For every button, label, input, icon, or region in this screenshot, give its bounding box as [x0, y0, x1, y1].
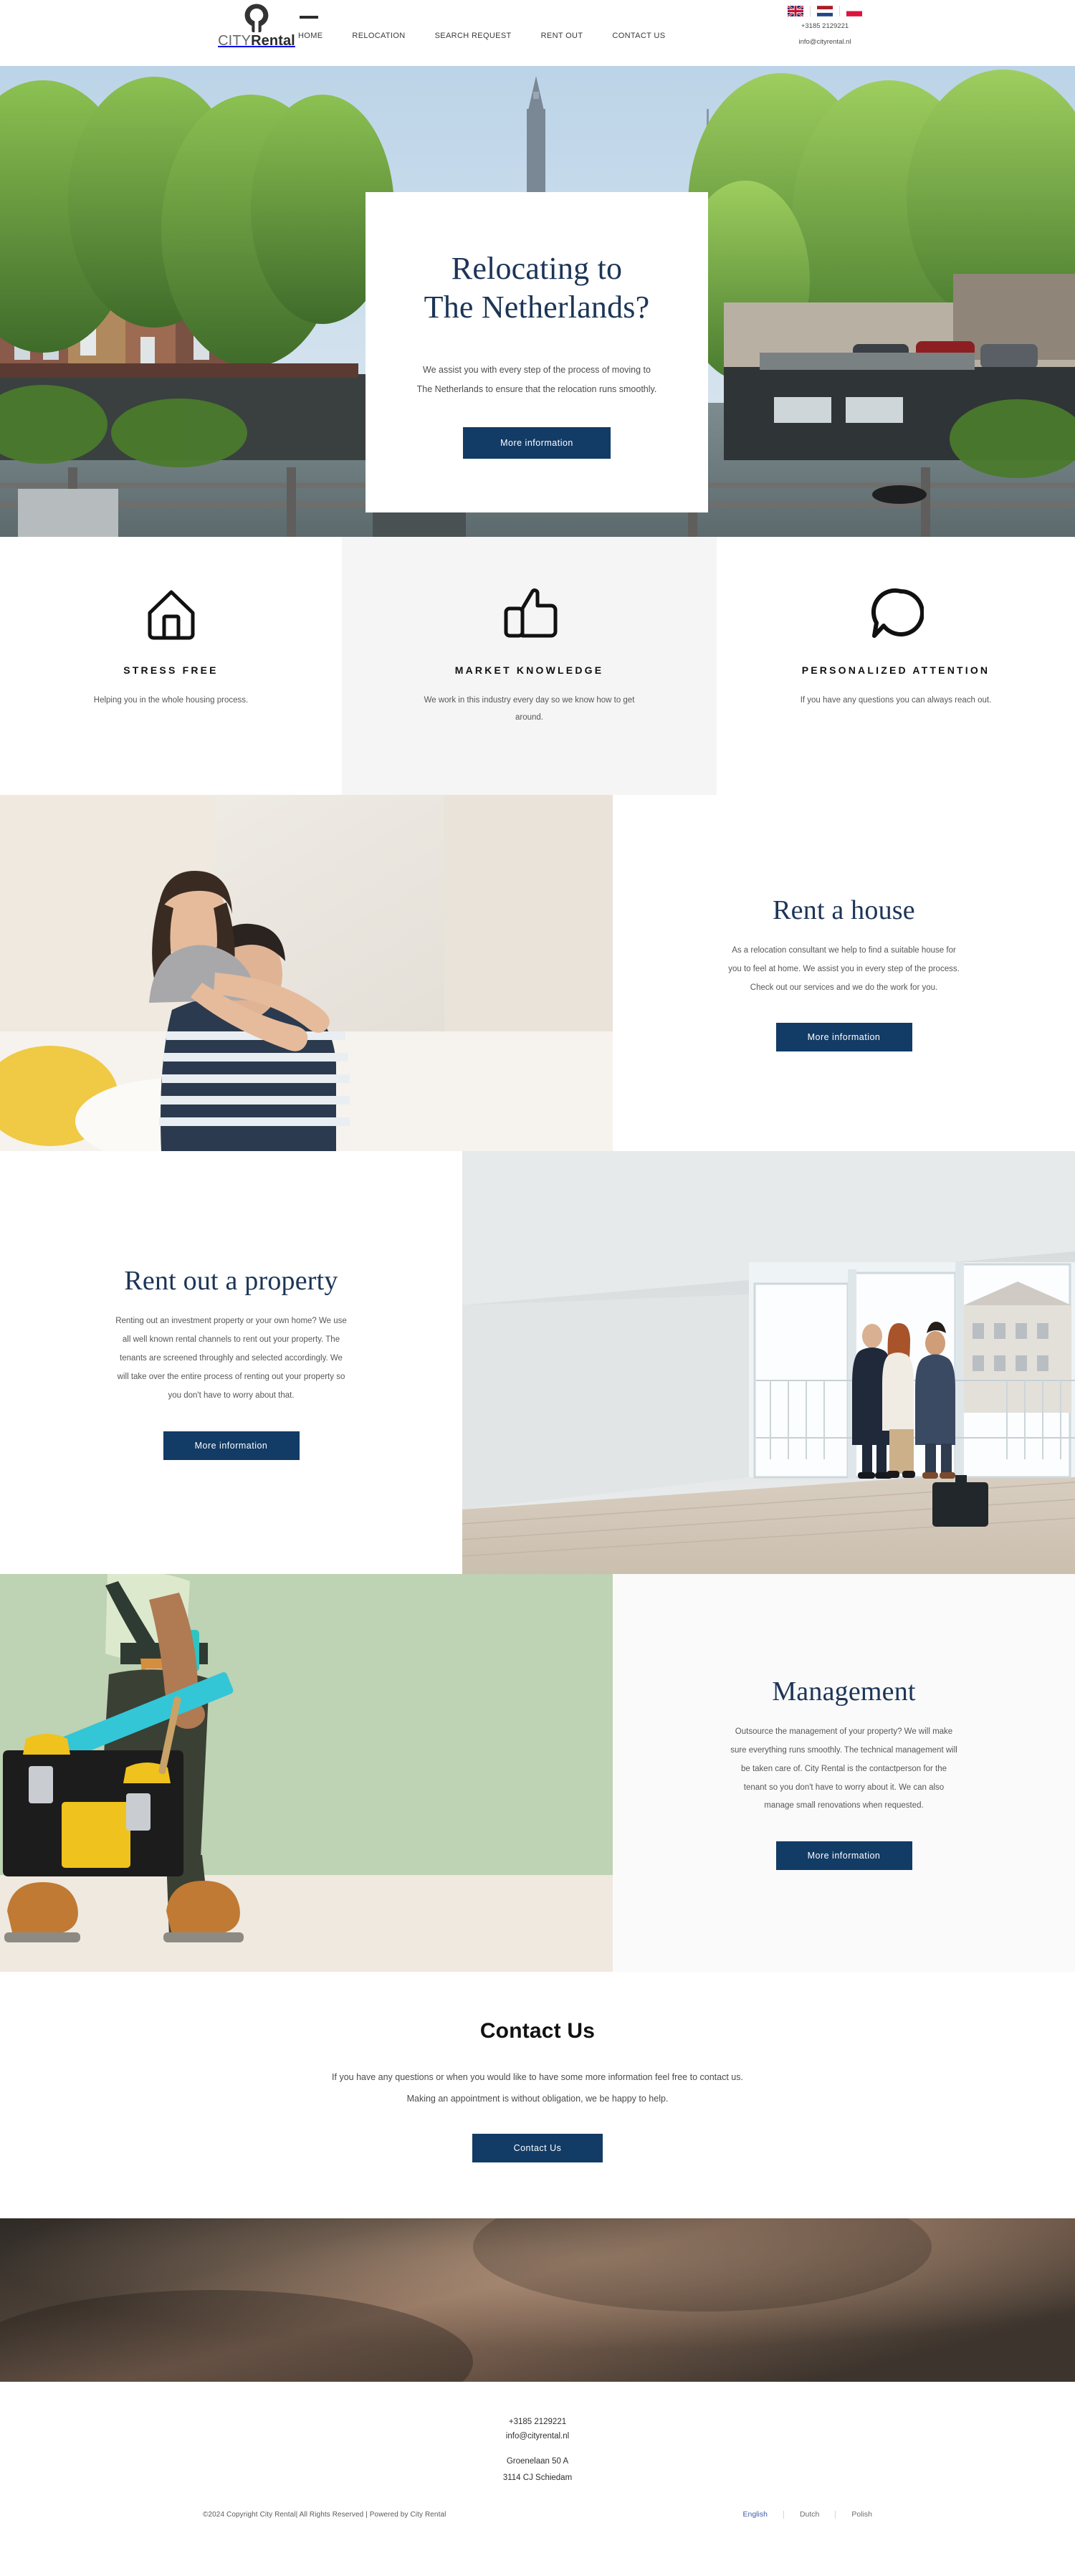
hero-title-line-1: Relocating to — [451, 251, 623, 286]
section-management: Management Outsource the management of y… — [0, 1574, 1075, 1972]
nav-link-search-request[interactable]: SEARCH REQUEST — [435, 29, 512, 43]
copyright-text: ©2024 Copyright City Rental| All Rights … — [203, 2510, 446, 2519]
flag-united-kingdom[interactable] — [781, 6, 811, 16]
contact-line-2: Making an appointment is without obligat… — [406, 2094, 669, 2104]
section-body: As a relocation consultant we help to fi… — [728, 945, 960, 992]
nav-link-contact-us[interactable]: CONTACT US — [612, 29, 665, 43]
nav-item-home[interactable]: HOME — [298, 29, 352, 43]
nav-active-underline — [300, 16, 318, 19]
logo-city-text: CITY — [218, 33, 252, 49]
rent-a-house-text: Rent a house As a relocation consultant … — [613, 795, 1075, 1152]
page-root: CITYRental HOME RELOCATION SEARCH REQUES… — [0, 0, 1075, 2551]
footer-address-line-1: Groenelaan 50 A — [506, 2457, 569, 2466]
section-body: Outsource the management of your propert… — [730, 1727, 957, 1811]
keyhole-logo-icon — [242, 3, 271, 33]
rent-out-image — [462, 1151, 1075, 1575]
header-email[interactable]: info@cityrental.nl — [771, 37, 879, 48]
hero-more-information-button[interactable]: More information — [463, 426, 611, 459]
language-link-english[interactable]: English — [727, 2510, 784, 2519]
contact-body: If you have any questions or when you wo… — [0, 2066, 1075, 2109]
rent-out-text: Rent out a property Renting out an inves… — [0, 1151, 462, 1575]
feature-title: PERSONALIZED ATTENTION — [801, 664, 990, 676]
nav-link-rent-out[interactable]: RENT OUT — [541, 29, 583, 43]
section-title: Management — [772, 1676, 916, 1707]
header-utility-area: +3185 2129221 info@cityrental.nl — [771, 6, 879, 47]
header-phone[interactable]: +3185 2129221 — [771, 21, 879, 32]
features-section: STRESS FREE Helping you in the whole hou… — [0, 537, 1075, 796]
nav-item-contact-us[interactable]: CONTACT US — [612, 29, 665, 43]
footer-language-switcher: English Dutch Polish — [727, 2510, 872, 2519]
feature-title: STRESS FREE — [123, 664, 219, 676]
management-more-information-button[interactable]: More information — [775, 1841, 912, 1871]
rent-a-house-image — [0, 795, 613, 1152]
rent-out-more-information-button[interactable]: More information — [163, 1431, 300, 1460]
feature-title: MARKET KNOWLEDGE — [454, 664, 604, 676]
site-header: CITYRental HOME RELOCATION SEARCH REQUES… — [0, 0, 1075, 66]
hero-title-line-2: The Netherlands? — [424, 289, 650, 325]
feature-personalized-attention: PERSONALIZED ATTENTION If you have any q… — [717, 537, 1075, 796]
contact-title: Contact Us — [479, 2019, 596, 2043]
feature-stress-free: STRESS FREE Helping you in the whole hou… — [0, 537, 342, 796]
house-outline-icon — [29, 581, 313, 647]
section-title: Rent out a property — [124, 1266, 338, 1297]
hero-title: Relocating to The Netherlands? — [424, 249, 650, 326]
logo-rental-text: Rental — [251, 33, 295, 49]
main-navigation: HOME RELOCATION SEARCH REQUEST RENT OUT … — [298, 29, 665, 43]
site-footer: +3185 2129221 info@cityrental.nl Groenel… — [0, 2382, 1075, 2551]
footer-phone[interactable]: +3185 2129221 — [0, 2415, 1075, 2429]
footer-banner-image — [0, 2218, 1075, 2382]
language-flag-switcher — [771, 6, 879, 16]
nav-link-home[interactable]: HOME — [298, 29, 322, 43]
rent-a-house-more-information-button[interactable]: More information — [775, 1023, 912, 1052]
speech-bubble-outline-icon — [745, 581, 1046, 647]
contact-line-1: If you have any questions or when you wo… — [332, 2072, 743, 2083]
footer-contact-block: +3185 2129221 info@cityrental.nl Groenel… — [0, 2415, 1075, 2485]
feature-description: Helping you in the whole housing process… — [93, 696, 249, 705]
feature-description: We work in this industry every day so we… — [424, 696, 635, 722]
section-title: Rent a house — [773, 895, 915, 925]
site-logo[interactable]: CITYRental — [206, 3, 307, 48]
nav-item-rent-out[interactable]: RENT OUT — [541, 29, 613, 43]
feature-market-knowledge: MARKET KNOWLEDGE We work in this industr… — [342, 537, 717, 796]
nav-item-relocation[interactable]: RELOCATION — [352, 29, 434, 43]
language-link-dutch[interactable]: Dutch — [784, 2510, 836, 2519]
section-rent-out-a-property: Rent out a property Renting out an inves… — [0, 1151, 1075, 1575]
nav-item-search-request[interactable]: SEARCH REQUEST — [435, 29, 541, 43]
logo-wordmark: CITYRental — [218, 34, 295, 48]
hero-card: Relocating to The Netherlands? We assist… — [366, 192, 708, 512]
contact-section: Contact Us If you have any questions or … — [0, 1972, 1075, 2219]
feature-description: If you have any questions you can always… — [800, 696, 992, 705]
management-text: Management Outsource the management of y… — [613, 1574, 1075, 1972]
footer-email[interactable]: info@cityrental.nl — [0, 2429, 1075, 2443]
thumbs-up-outline-icon — [371, 581, 688, 647]
section-body: Renting out an investment property or yo… — [115, 1317, 347, 1400]
hero-subtitle: We assist you with every step of the pro… — [416, 365, 657, 394]
hero-section: Relocating to The Netherlands? We assist… — [0, 66, 1075, 537]
footer-bottom-bar: ©2024 Copyright City Rental| All Rights … — [0, 2510, 1075, 2551]
management-image — [0, 1574, 613, 1972]
flag-poland[interactable] — [840, 6, 869, 16]
footer-address-line-2: 3114 CJ Schiedam — [502, 2473, 573, 2482]
nav-link-relocation[interactable]: RELOCATION — [352, 29, 405, 43]
contact-us-button[interactable]: Contact Us — [472, 2134, 603, 2163]
language-link-polish[interactable]: Polish — [836, 2510, 872, 2519]
section-rent-a-house: Rent a house As a relocation consultant … — [0, 795, 1075, 1152]
flag-netherlands[interactable] — [811, 6, 840, 16]
